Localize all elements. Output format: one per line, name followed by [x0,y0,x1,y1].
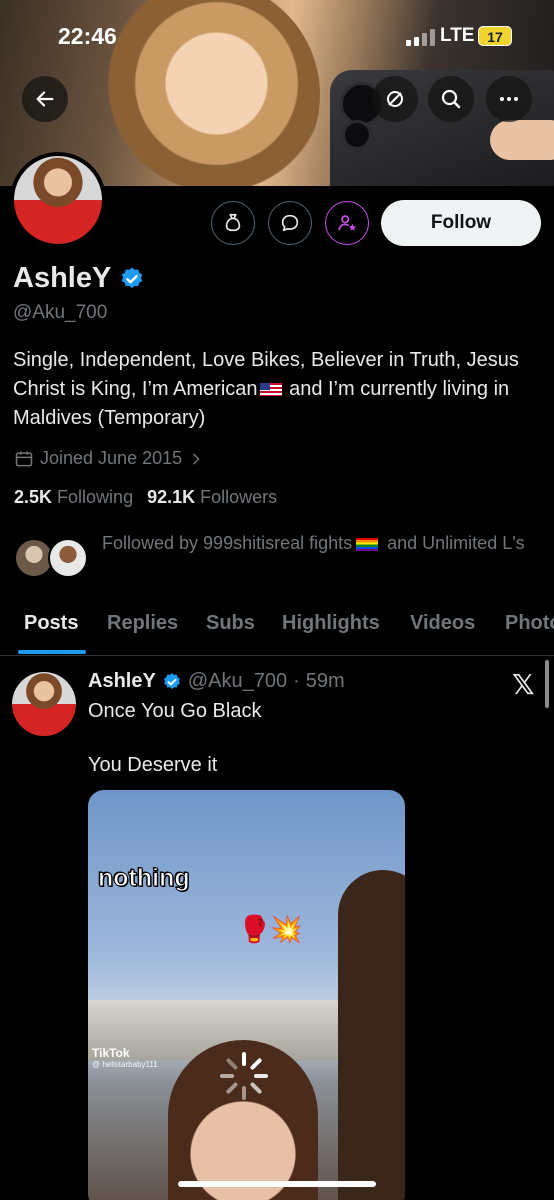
post-separator: · [293,670,300,692]
tab-videos[interactable]: Videos [410,612,475,635]
joined-date[interactable]: Joined June 2015 [14,448,204,469]
tab-highlights[interactable]: Highlights [282,612,380,635]
home-indicator[interactable] [178,1181,376,1187]
verified-badge-icon[interactable] [119,266,145,292]
post-video[interactable]: nothing 🥊💥 TikTok @ hellstarbaby111 [88,790,405,1200]
post-header: AshleY @Aku_700 · 59m [88,670,345,693]
user-star-icon [338,215,356,231]
tab-subs[interactable]: Subs [206,612,255,635]
search-button[interactable] [428,76,474,122]
profile-bio: Single, Independent, Love Bikes, Believe… [13,346,538,433]
calendar-icon [15,451,33,466]
post-text: Once You Go Black [88,700,262,722]
banner-camera-lens [342,120,372,150]
subscribe-button[interactable] [325,201,369,245]
post-author-handle: @Aku_700 [187,670,288,692]
banner-hand [490,120,554,160]
follower-avatar [48,538,88,578]
profile-tabs: Posts Replies Subs Highlights Videos Pho… [0,598,554,656]
post-time: 59m [305,670,345,692]
tab-replies[interactable]: Replies [107,612,178,635]
more-horizontal-icon [500,97,518,101]
verified-badge-icon [163,672,180,689]
chevron-right-icon [193,453,200,464]
more-button[interactable] [486,76,532,122]
post-text: You Deserve it [88,754,218,776]
video-person [338,870,405,1200]
tiktok-logo-text: TikTok [92,1046,130,1060]
tiktok-user: @ hellstarbaby111 [92,1060,158,1069]
followed-by[interactable]: Followed by 999shitisreal fights and Unl… [14,530,544,586]
follow-button[interactable]: Follow [381,200,541,246]
following-link[interactable]: 2.5K Following [14,487,133,508]
video-overlay-text: nothing [98,864,191,893]
tab-photos[interactable]: Photos [505,612,554,635]
tip-button[interactable] [211,201,255,245]
profile-avatar[interactable] [10,152,106,248]
followers-link[interactable]: 92.1K Followers [147,487,277,508]
signal-icon [406,28,435,46]
message-button[interactable] [268,201,312,245]
us-flag-icon [259,383,282,397]
arrow-left-icon [36,91,54,107]
search-icon [441,89,461,109]
hide-button[interactable] [372,76,418,122]
tiktok-watermark: TikTok @ hellstarbaby111 [92,1046,158,1069]
joined-text: Joined June 2015 [40,448,183,468]
post-author-name[interactable]: AshleY [88,670,156,693]
tab-posts[interactable]: Posts [24,612,78,635]
status-bar: 22:46 LTE 17 [0,0,554,70]
post-avatar[interactable] [12,672,76,736]
profile-name-text: AshleY [13,262,112,294]
battery-icon: 17 [478,26,512,46]
loading-spinner-icon [220,1052,268,1100]
boxing-glove-icon: 🥊💥 [238,914,303,944]
scrollbar[interactable] [545,660,549,708]
x-logo-icon[interactable]: 𝕏 [512,668,535,701]
followed-by-text: Followed by 999shitisreal fights and Unl… [102,533,525,553]
status-time: 22:46 [58,23,117,49]
network-label: LTE [440,25,475,46]
active-tab-indicator [18,650,86,654]
eye-slash-icon [387,91,403,107]
rainbow-flag-icon [356,537,379,551]
follow-stats: 2.5K Following 92.1K Followers [14,487,277,508]
back-button[interactable] [22,76,68,122]
money-bag-icon [225,213,241,232]
chat-bubble-icon [281,214,299,232]
profile-handle: @Aku_700 [13,302,108,323]
profile-name: AshleY [13,262,145,295]
